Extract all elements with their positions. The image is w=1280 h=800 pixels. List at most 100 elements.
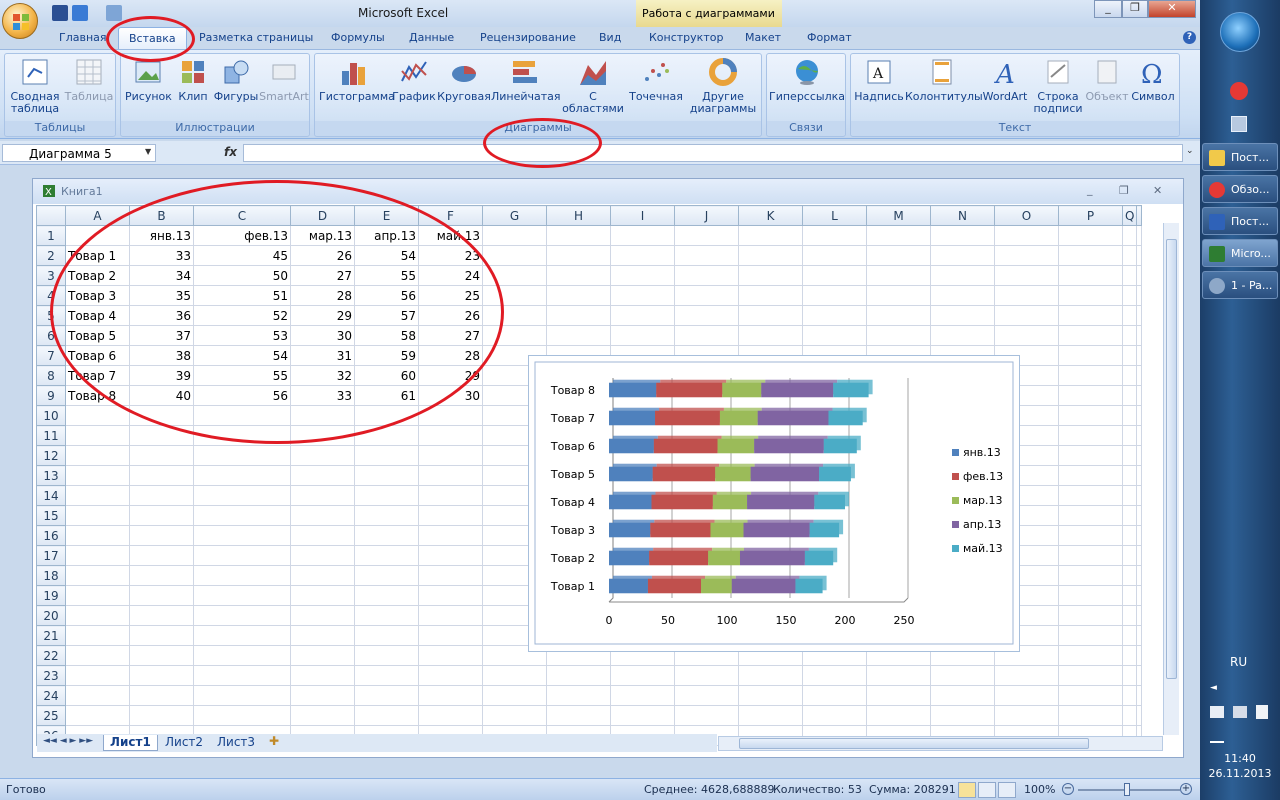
sheet-cell[interactable] <box>1058 485 1123 506</box>
sheet-cell[interactable] <box>1121 585 1138 606</box>
scatter-chart-button[interactable]: Точечная <box>625 57 687 103</box>
column-header[interactable]: J <box>674 205 739 226</box>
sheet-cell[interactable] <box>1121 705 1138 726</box>
sheet-cell[interactable] <box>738 665 803 686</box>
sheet-cell[interactable] <box>802 305 867 326</box>
sheet-cell[interactable] <box>354 525 419 546</box>
sheet-cell[interactable] <box>129 605 194 626</box>
sheet-cell[interactable] <box>418 485 483 506</box>
sheet-cell[interactable] <box>866 225 931 246</box>
name-box[interactable]: Диаграмма 5 <box>2 144 156 162</box>
sheet-cell[interactable] <box>994 305 1059 326</box>
sheet-cell[interactable] <box>674 665 739 686</box>
sheet-cell[interactable] <box>354 625 419 646</box>
sheet-cell[interactable] <box>290 485 355 506</box>
sheet-cell[interactable] <box>546 225 611 246</box>
formula-input[interactable] <box>243 144 1183 162</box>
sheet-cell[interactable] <box>129 525 194 546</box>
sheet-cell[interactable] <box>1121 445 1138 466</box>
sheet-cell[interactable] <box>129 465 194 486</box>
sheet-cell[interactable] <box>866 685 931 706</box>
sheet-cell[interactable] <box>65 545 130 566</box>
pinned-app-icon[interactable] <box>1231 116 1247 132</box>
sheet-cell[interactable] <box>994 325 1059 346</box>
sheet-cell[interactable] <box>1121 225 1138 246</box>
sheet-cell[interactable] <box>674 285 739 306</box>
sheet-cell[interactable] <box>1136 585 1143 606</box>
sheet-cell[interactable] <box>802 245 867 266</box>
sheet-cell[interactable] <box>994 665 1059 686</box>
sheet-cell[interactable] <box>129 645 194 666</box>
row-header[interactable]: 16 <box>36 525 66 546</box>
tab-page-layout[interactable]: Разметка страницы <box>199 31 313 44</box>
table-button[interactable]: Таблица <box>63 57 115 103</box>
sheet-cell[interactable] <box>1058 425 1123 446</box>
sheet-cell[interactable] <box>193 645 291 666</box>
sheet-cell[interactable] <box>354 605 419 626</box>
sheet-cell[interactable] <box>193 505 291 526</box>
row-header[interactable]: 12 <box>36 445 66 466</box>
sheet-cell[interactable] <box>193 705 291 726</box>
sheet-cell[interactable] <box>1136 225 1143 246</box>
vertical-scroll-thumb[interactable] <box>1166 239 1177 679</box>
wb-minimize-button[interactable]: _ <box>1087 183 1093 196</box>
sheet-cell[interactable] <box>1121 525 1138 546</box>
row-header[interactable]: 20 <box>36 605 66 626</box>
sheet-cell[interactable] <box>1121 605 1138 626</box>
tab-review[interactable]: Рецензирование <box>480 31 576 44</box>
other-charts-button[interactable]: Другие диаграммы <box>687 57 759 115</box>
sheet-cell[interactable] <box>546 685 611 706</box>
sheet-cell[interactable] <box>738 685 803 706</box>
sheet-cell[interactable] <box>354 465 419 486</box>
sheet-cell[interactable] <box>65 605 130 626</box>
sheet-cell[interactable] <box>1058 365 1123 386</box>
start-button[interactable] <box>1220 12 1260 52</box>
sheet-cell[interactable] <box>930 325 995 346</box>
tab-formulas[interactable]: Формулы <box>331 31 385 44</box>
view-buttons[interactable] <box>958 782 1018 798</box>
help-icon[interactable]: ? <box>1183 31 1196 44</box>
sheet-cell[interactable] <box>418 425 483 446</box>
page-break-view-icon[interactable] <box>998 782 1016 798</box>
function-icon[interactable]: fx <box>224 145 237 159</box>
sheet-cell[interactable] <box>129 445 194 466</box>
sheet-cell[interactable] <box>1136 305 1143 326</box>
sheet-cell[interactable] <box>1136 365 1143 386</box>
sheet-cell[interactable] <box>290 705 355 726</box>
sheet-cell[interactable] <box>802 665 867 686</box>
sheet-cell[interactable] <box>1136 385 1143 406</box>
sheet-cell[interactable] <box>546 325 611 346</box>
sheet-cell[interactable] <box>290 545 355 566</box>
expand-formula-icon[interactable]: ⌄ <box>1186 146 1194 156</box>
action-center-icon[interactable] <box>1210 706 1224 718</box>
symbol-button[interactable]: Ω Символ <box>1129 57 1177 103</box>
column-header[interactable]: N <box>930 205 995 226</box>
redo-icon[interactable] <box>106 5 122 21</box>
sheet-cell[interactable] <box>290 645 355 666</box>
new-sheet-icon[interactable]: ✚ <box>269 734 279 748</box>
sheet-cell[interactable] <box>129 545 194 566</box>
sheet-cell[interactable] <box>418 685 483 706</box>
column-header[interactable]: H <box>546 205 611 226</box>
power-icon[interactable] <box>1256 705 1268 719</box>
sheet-cell[interactable] <box>1058 305 1123 326</box>
zoom-level[interactable]: 100% <box>1024 783 1055 796</box>
sheet-cell[interactable] <box>1058 445 1123 466</box>
sheet-cell[interactable] <box>1136 525 1143 546</box>
taskbar-item-4[interactable]: Micro... <box>1202 239 1278 267</box>
minimize-button[interactable]: _ <box>1094 0 1122 18</box>
clip-button[interactable]: Клип <box>173 57 213 103</box>
sheet-cell[interactable] <box>866 665 931 686</box>
sheet-cell[interactable] <box>1121 285 1138 306</box>
row-header[interactable]: 9 <box>36 385 66 406</box>
column-header[interactable]: Q <box>1121 205 1138 226</box>
sheet-cell[interactable] <box>290 605 355 626</box>
sheet-cell[interactable] <box>1058 345 1123 366</box>
sheet-cell[interactable] <box>354 705 419 726</box>
sheet-cell[interactable] <box>1058 705 1123 726</box>
sheet-cell[interactable] <box>354 565 419 586</box>
sheet-cell[interactable] <box>930 665 995 686</box>
sheet-cell[interactable] <box>193 665 291 686</box>
row-header[interactable]: 10 <box>36 405 66 426</box>
column-header[interactable]: O <box>994 205 1059 226</box>
